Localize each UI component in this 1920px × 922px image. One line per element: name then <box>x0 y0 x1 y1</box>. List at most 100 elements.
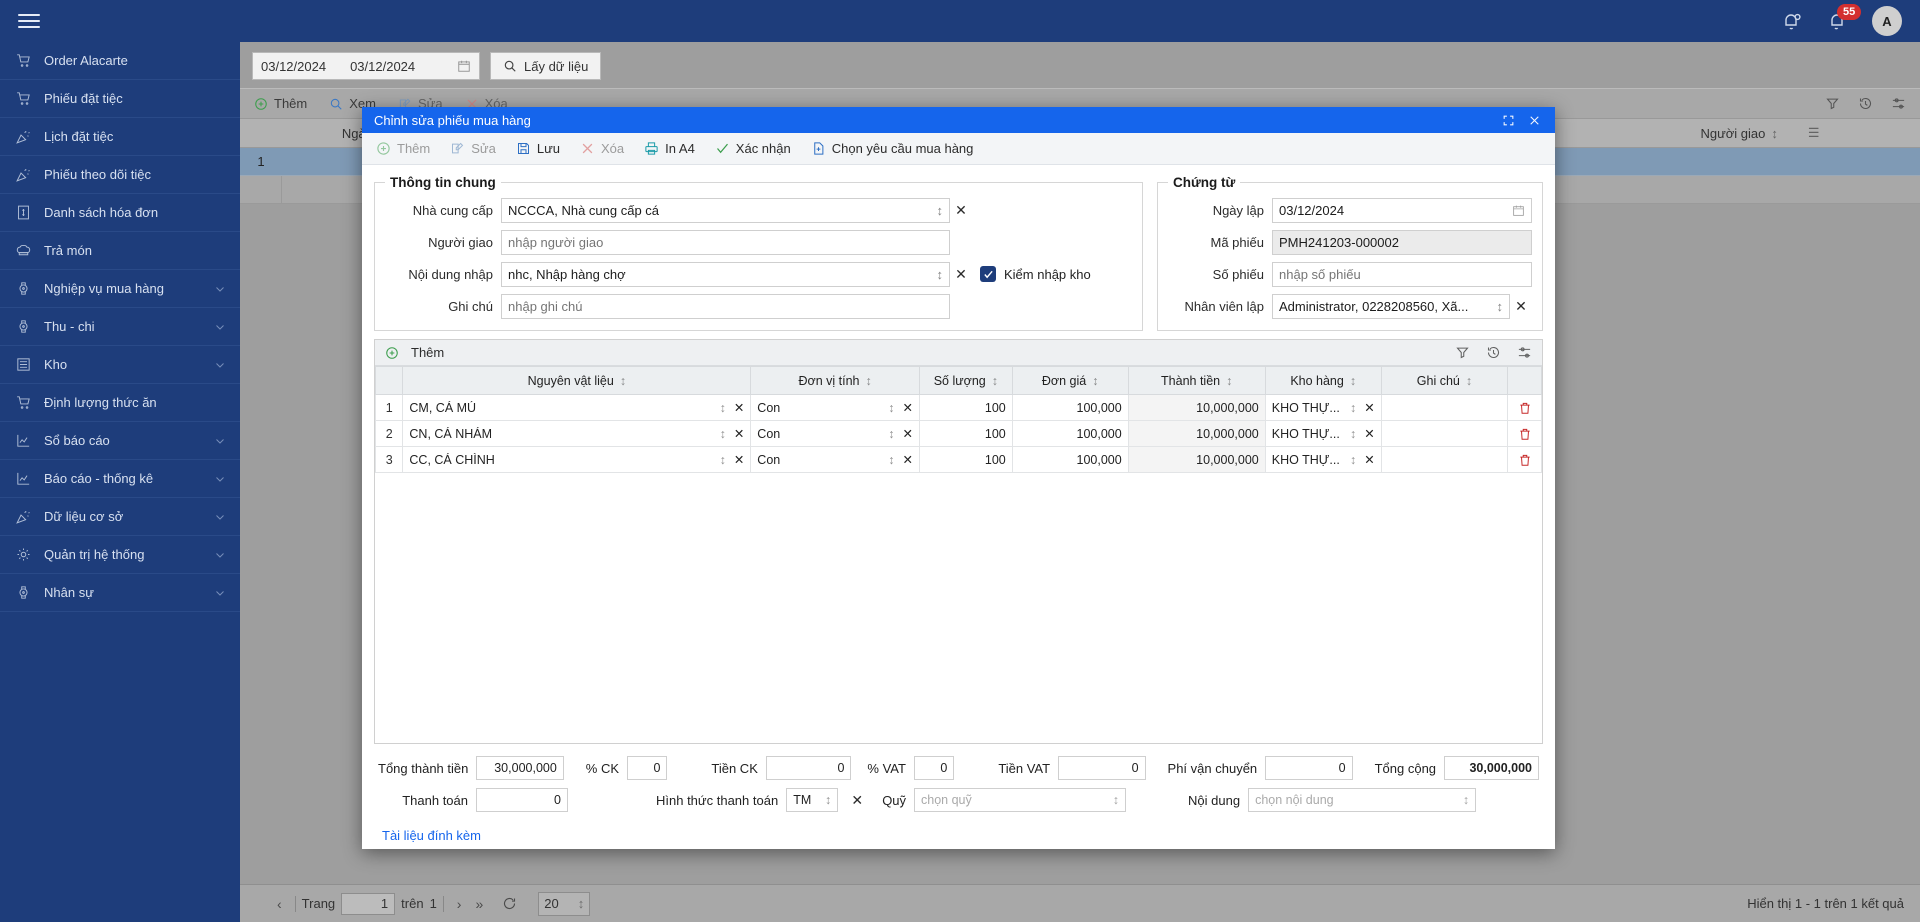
dialog-edit-button[interactable]: Sửa <box>450 141 496 156</box>
chevron-down-icon[interactable] <box>214 435 226 447</box>
row-material-cell[interactable]: CC, CÁ CHÌNH ↕ ✕ <box>402 446 752 473</box>
sidebar-item-9[interactable]: Định lượng thức ăn <box>0 384 240 422</box>
vat-money-input[interactable]: 0 <box>1058 756 1146 780</box>
clear-icon[interactable]: ✕ <box>730 452 744 467</box>
check-stock-checkbox[interactable] <box>980 266 996 282</box>
history-icon[interactable] <box>1858 96 1873 111</box>
row-note[interactable] <box>1380 446 1509 473</box>
clear-icon[interactable]: ✕ <box>1360 426 1374 441</box>
sidebar-item-12[interactable]: Dữ liệu cơ sở <box>0 498 240 536</box>
sidebar-item-3[interactable]: Phiếu theo dõi tiệc <box>0 156 240 194</box>
grid-col-material[interactable]: Nguyên vật liệu ↕ <box>402 366 752 395</box>
fund-select[interactable]: chọn quỹ ↕ <box>914 788 1127 812</box>
content-clear-icon[interactable]: ✕ <box>950 266 972 283</box>
spinner-icon[interactable]: ↕ <box>716 401 730 415</box>
spinner-icon[interactable]: ↕ <box>1346 427 1360 441</box>
dialog-select-request-button[interactable]: Chọn yêu cầu mua hàng <box>811 141 973 156</box>
sidebar-item-0[interactable]: Order Alacarte <box>0 42 240 80</box>
chevron-down-icon[interactable] <box>214 511 226 523</box>
grid-col-qty[interactable]: Số lượng ↕ <box>918 366 1013 395</box>
row-warehouse-cell[interactable]: KHO THỰ... ↕ ✕ <box>1264 394 1382 421</box>
ck-pct-input[interactable]: 0 <box>627 756 668 780</box>
row-warehouse-cell[interactable]: KHO THỰ... ↕ ✕ <box>1264 446 1382 473</box>
sidebar-item-4[interactable]: Danh sách hóa đơn <box>0 194 240 232</box>
row-qty[interactable]: 100 <box>918 420 1013 447</box>
bell-icon[interactable]: 55 <box>1826 4 1862 33</box>
row-delete-button[interactable] <box>1507 420 1542 447</box>
page-size-select[interactable]: 20 ↕ <box>538 891 591 916</box>
grid-col-note[interactable]: Ghi chú ↕ <box>1380 366 1509 395</box>
sidebar-item-1[interactable]: Phiếu đặt tiệc <box>0 80 240 118</box>
chevron-down-icon[interactable] <box>214 473 226 485</box>
spinner-icon[interactable]: ↕ <box>884 453 898 467</box>
sidebar-item-10[interactable]: Sổ báo cáo <box>0 422 240 460</box>
row-note[interactable] <box>1380 394 1509 421</box>
doc-staff-input[interactable]: Administrator, 0228208560, Xã... ↕ <box>1272 293 1510 319</box>
filter-clear-icon[interactable] <box>1825 96 1840 111</box>
attachment-link[interactable]: Tài liệu đính kèm <box>378 816 1539 843</box>
grid-col-price[interactable]: Đơn giá ↕ <box>1011 366 1129 395</box>
clear-icon[interactable]: ✕ <box>1360 452 1374 467</box>
last-page-button[interactable]: » <box>468 896 490 912</box>
avatar[interactable]: A <box>1872 6 1902 36</box>
spinner-icon[interactable]: ↕ <box>1491 299 1504 314</box>
bell-check-icon[interactable] <box>1780 9 1804 33</box>
sidebar-item-14[interactable]: Nhân sự <box>0 574 240 612</box>
table-row[interactable]: 3 CC, CÁ CHÌNH ↕ ✕ Con ↕ ✕ 100 100,000 10,000,000… <box>374 446 1542 473</box>
grid-add-button[interactable]: Thêm <box>385 345 444 360</box>
dialog-add-button[interactable]: Thêm <box>376 141 430 156</box>
chevron-down-icon[interactable] <box>214 359 226 371</box>
clear-icon[interactable]: ✕ <box>898 400 912 415</box>
spinner-icon[interactable]: ↕ <box>931 203 944 218</box>
row-price[interactable]: 100,000 <box>1011 394 1129 421</box>
settings-sliders-icon[interactable] <box>1891 96 1906 111</box>
calendar-icon[interactable] <box>457 59 471 73</box>
row-unit-cell[interactable]: Con ↕ ✕ <box>750 446 920 473</box>
spinner-icon[interactable]: ↕ <box>931 267 944 282</box>
content-select[interactable]: chọn nội dung ↕ <box>1248 788 1477 812</box>
chevron-down-icon[interactable] <box>214 587 226 599</box>
supplier-clear-icon[interactable]: ✕ <box>950 202 972 219</box>
spinner-icon[interactable]: ↕ <box>716 427 730 441</box>
supplier-input[interactable]: NCCCA, Nhà cung cấp cá ↕ <box>501 197 950 223</box>
clear-icon[interactable]: ✕ <box>898 426 912 441</box>
dialog-confirm-button[interactable]: Xác nhận <box>715 141 791 156</box>
page-number-input[interactable]: 1 <box>341 892 396 915</box>
settings-sliders-icon[interactable] <box>1517 345 1532 360</box>
dialog-save-button[interactable]: Lưu <box>516 141 560 156</box>
spinner-icon[interactable]: ↕ <box>884 401 898 415</box>
sidebar-item-6[interactable]: Nghiệp vụ mua hàng <box>0 270 240 308</box>
sidebar-item-13[interactable]: Quản trị hệ thống <box>0 536 240 574</box>
payment-input[interactable]: 0 <box>476 788 568 812</box>
sidebar-item-2[interactable]: Lịch đặt tiệc <box>0 118 240 156</box>
hamburger-icon[interactable] <box>14 10 44 32</box>
fetch-data-button[interactable]: Lấy dữ liệu <box>490 52 602 80</box>
row-delete-button[interactable] <box>1507 446 1542 473</box>
row-qty[interactable]: 100 <box>918 394 1013 421</box>
maximize-icon[interactable] <box>1495 109 1521 131</box>
sidebar-item-8[interactable]: Kho <box>0 346 240 384</box>
date-range-input[interactable]: 03/12/2024 03/12/2024 <box>252 52 480 80</box>
page-add-button[interactable]: Thêm <box>254 96 307 111</box>
shipping-input[interactable]: 0 <box>1265 756 1353 780</box>
row-price[interactable]: 100,000 <box>1011 446 1129 473</box>
sidebar-item-5[interactable]: Trả món <box>0 232 240 270</box>
row-price[interactable]: 100,000 <box>1011 420 1129 447</box>
chevron-down-icon[interactable] <box>214 549 226 561</box>
grid-col-unit[interactable]: Đơn vị tính ↕ <box>750 366 920 395</box>
close-icon[interactable] <box>1521 109 1547 131</box>
clear-icon[interactable]: ✕ <box>730 400 744 415</box>
sidebar-item-11[interactable]: Báo cáo - thống kê <box>0 460 240 498</box>
refresh-icon[interactable] <box>490 896 524 911</box>
chevron-down-icon[interactable] <box>214 283 226 295</box>
payment-method-select[interactable]: TM ↕ <box>786 788 839 812</box>
filter-clear-icon[interactable] <box>1455 345 1470 360</box>
clear-icon[interactable]: ✕ <box>1360 400 1374 415</box>
clear-icon[interactable]: ✕ <box>730 426 744 441</box>
sidebar-item-7[interactable]: Thu - chi <box>0 308 240 346</box>
row-material-cell[interactable]: CM, CÁ MÚ ↕ ✕ <box>402 394 752 421</box>
spinner-icon[interactable]: ↕ <box>884 427 898 441</box>
row-unit-cell[interactable]: Con ↕ ✕ <box>750 420 920 447</box>
doc-date-input[interactable]: 03/12/2024 <box>1272 197 1532 223</box>
ck-money-input[interactable]: 0 <box>765 756 852 780</box>
